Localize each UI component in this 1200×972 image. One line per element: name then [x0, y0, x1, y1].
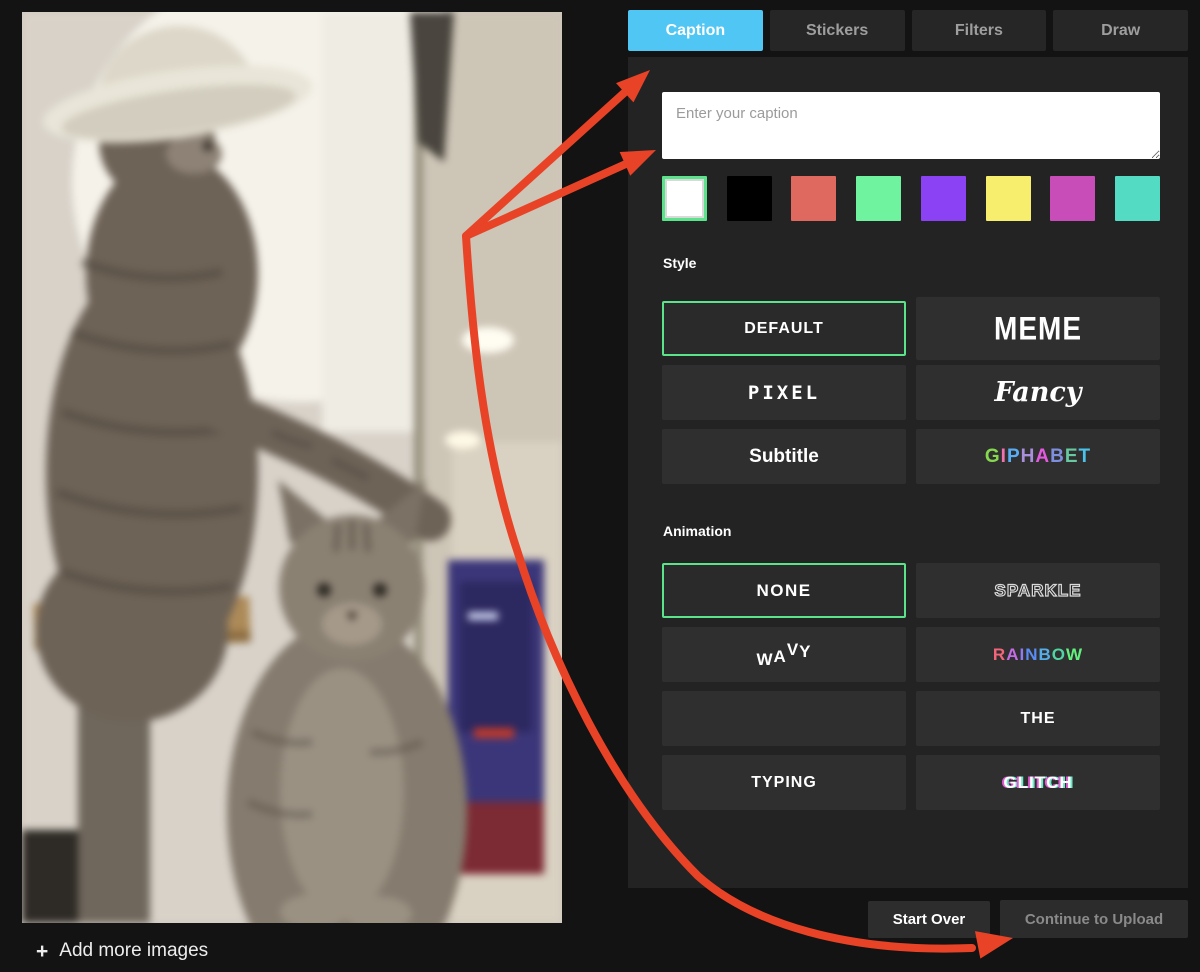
caption-color-swatches [662, 176, 1160, 221]
letter: O [1052, 645, 1066, 665]
letter: T [1079, 446, 1092, 468]
letter: H [1021, 446, 1036, 468]
style-options-grid: DEFAULT MEME PIXEL Fancy Subtitle GIPHAB… [662, 301, 1160, 484]
animation-option-typing[interactable]: TYPING [662, 755, 906, 810]
color-swatch[interactable] [986, 176, 1031, 221]
letter: L [1018, 773, 1029, 793]
letter: V [787, 640, 799, 660]
plus-icon: + [36, 941, 48, 962]
letter: T [1035, 773, 1046, 793]
animation-option-glitch[interactable]: GLITCH [916, 755, 1160, 810]
animation-option-fade[interactable] [662, 691, 906, 746]
start-over-button[interactable]: Start Over [868, 901, 990, 938]
animation-option-none[interactable]: NONE [662, 563, 906, 618]
color-swatch[interactable] [791, 176, 836, 221]
letter: E [1065, 446, 1079, 468]
color-swatch[interactable] [856, 176, 901, 221]
letter: W [1066, 645, 1083, 665]
tab-caption[interactable]: Caption [628, 10, 763, 51]
animation-option-the[interactable]: THE [916, 691, 1160, 746]
animation-option-wavy[interactable]: WAVY [662, 627, 906, 682]
tab-stickers[interactable]: Stickers [770, 10, 905, 51]
add-more-images-label: Add more images [59, 940, 208, 962]
animation-section-label: Animation [663, 523, 731, 539]
letter: C [1046, 773, 1059, 793]
letter: Y [799, 642, 811, 662]
style-option-pixel[interactable]: PIXEL [662, 365, 906, 420]
letter: P [1007, 446, 1021, 468]
letter: A [774, 647, 787, 667]
editor-tabs: Caption Stickers Filters Draw [628, 10, 1188, 51]
style-option-meme[interactable]: MEME [916, 297, 1160, 360]
style-option-default[interactable]: DEFAULT [662, 301, 906, 356]
color-swatch[interactable] [1115, 176, 1160, 221]
caption-input[interactable] [662, 92, 1160, 159]
letter: G [985, 446, 1001, 468]
animation-options-grid: NONE SPARKLE WAVY RAINBOW THE TYPING GLI… [662, 563, 1160, 810]
style-option-fancy[interactable]: Fancy [916, 365, 1160, 420]
color-swatch[interactable] [662, 176, 707, 221]
letter: N [1025, 645, 1038, 665]
animation-option-sparkle[interactable]: SPARKLE [916, 563, 1160, 618]
style-section-label: Style [663, 255, 696, 271]
letter: A [1006, 645, 1019, 665]
letter: R [993, 645, 1006, 665]
gif-preview-image [22, 12, 562, 923]
tab-draw[interactable]: Draw [1053, 10, 1188, 51]
letter: B [1050, 446, 1065, 468]
color-swatch[interactable] [921, 176, 966, 221]
letter: W [756, 650, 773, 670]
style-option-giphabet[interactable]: GIPHABET [916, 429, 1160, 484]
color-swatch[interactable] [727, 176, 772, 221]
style-option-subtitle[interactable]: Subtitle [662, 429, 906, 484]
letter: B [1039, 645, 1052, 665]
giphy-gif-editor: + Add more images Caption Stickers Filte… [0, 0, 1200, 972]
add-more-images-button[interactable]: + Add more images [36, 940, 208, 962]
letter: G [1003, 773, 1017, 793]
animation-option-rainbow[interactable]: RAINBOW [916, 627, 1160, 682]
tab-filters[interactable]: Filters [912, 10, 1047, 51]
letter: H [1059, 773, 1072, 793]
letter: A [1035, 446, 1050, 468]
continue-to-upload-button[interactable]: Continue to Upload [1000, 900, 1188, 938]
caption-panel: Style DEFAULT MEME PIXEL Fancy Subtitle … [628, 57, 1188, 888]
cat-scene [22, 12, 562, 923]
color-swatch[interactable] [1050, 176, 1095, 221]
